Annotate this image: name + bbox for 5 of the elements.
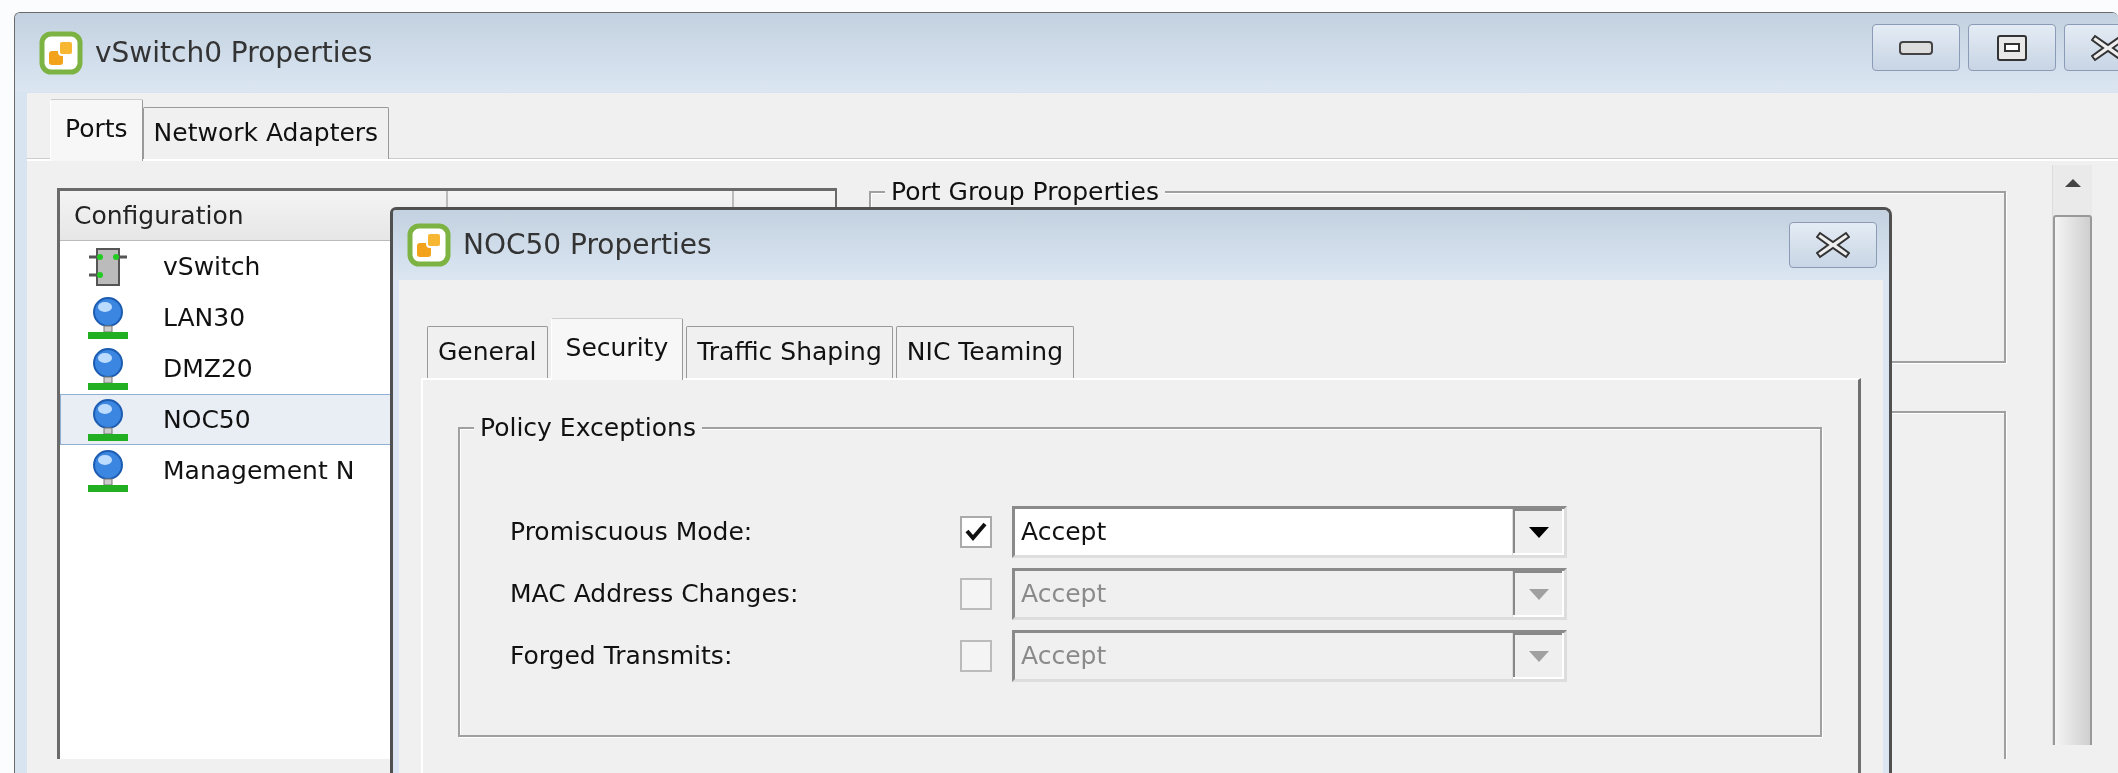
dialog-title: NOC50 Properties — [463, 227, 712, 263]
field-label: Promiscuous Mode: — [510, 516, 754, 549]
field-label: Forged Transmits: — [510, 640, 734, 673]
field-label: MAC Address Changes: — [510, 578, 800, 611]
window-title: vSwitch0 Properties — [95, 34, 373, 71]
